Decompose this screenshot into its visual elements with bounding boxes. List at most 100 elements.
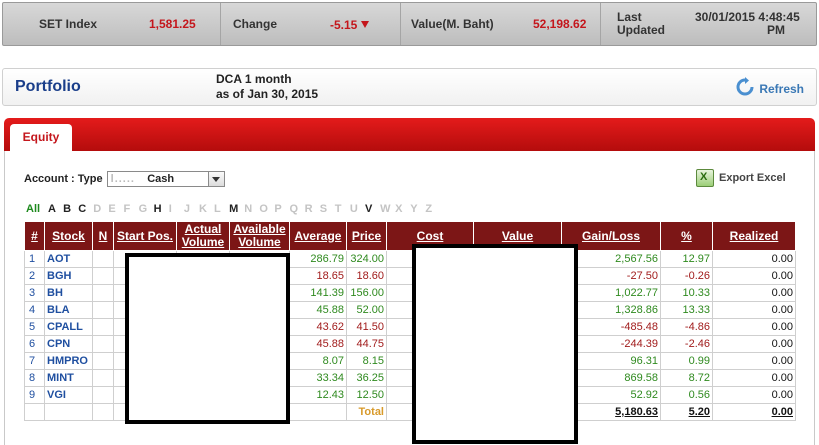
n-flag (92, 250, 114, 268)
total-realized: 0.00 (712, 403, 796, 421)
row-number: 5 (24, 318, 45, 336)
alpha-filter-q: Q (289, 203, 299, 215)
refresh-button[interactable]: Refresh (735, 77, 804, 100)
alpha-filter-y: Y (410, 203, 418, 215)
stock-symbol-link[interactable]: BLA (44, 301, 93, 319)
n-flag (92, 284, 114, 302)
alpha-filter-h[interactable]: H (154, 203, 169, 215)
portfolio-header: Portfolio DCA 1 month as of Jan 30, 2015… (2, 68, 817, 106)
realized: 0.00 (712, 318, 796, 336)
col-header-average[interactable]: Average (289, 221, 347, 251)
alpha-filter-w: W (380, 203, 391, 215)
actual-volume-line1: Actual (184, 222, 222, 236)
alpha-filter-p: P (274, 203, 282, 215)
total-empty-cell (289, 403, 347, 421)
average-price: 45.88 (289, 301, 347, 319)
gain-loss-percent: 0.56 (660, 386, 713, 404)
stock-symbol-link[interactable]: CPALL (44, 318, 93, 336)
alpha-filter-a[interactable]: A (48, 203, 63, 215)
alpha-filter-o: O (259, 203, 268, 215)
stock-symbol-link[interactable]: HMPRO (44, 352, 93, 370)
n-flag (92, 267, 114, 285)
change-value-wrap: -5.15 (330, 18, 370, 32)
account-type-label: Account : Type (24, 173, 103, 185)
set-index-label: SET Index (39, 17, 98, 31)
col-header-price[interactable]: Price (346, 221, 387, 251)
account-type-select[interactable]: l..... Cash (106, 171, 225, 187)
stock-symbol-link[interactable]: MINT (44, 369, 93, 387)
alpha-filter-t: T (334, 203, 342, 215)
alphabet-filter: All ABCDEFGHIJKLMNOPQRSTUVWXYZ (26, 203, 440, 215)
account-selected-value: l..... Cash (111, 173, 174, 185)
total-empty-cell (92, 403, 114, 421)
col-header-stock[interactable]: Stock (44, 221, 93, 251)
stock-symbol-link[interactable]: BGH (44, 267, 93, 285)
market-price: 44.75 (346, 335, 387, 353)
col-header-n[interactable]: N (92, 221, 114, 251)
total-empty-cell (24, 403, 45, 421)
alpha-filter-v[interactable]: V (365, 203, 380, 215)
row-number: 7 (24, 352, 45, 370)
market-price: 36.25 (346, 369, 387, 387)
export-excel-button[interactable]: Export Excel (696, 169, 786, 187)
realized: 0.00 (712, 369, 796, 387)
gain-loss-percent: 8.72 (660, 369, 713, 387)
gain-loss-percent: 10.33 (660, 284, 713, 302)
realized: 0.00 (712, 284, 796, 302)
market-price: 324.00 (346, 250, 387, 268)
trade-value-value: 52,198.62 (533, 17, 587, 31)
col-header-start-pos[interactable]: Start Pos. (113, 221, 177, 251)
alpha-filter-z: Z (425, 203, 433, 215)
available-volume-line1: Available (233, 222, 286, 236)
table-header-row: # Stock N Start Pos. Actual Volume Availa… (24, 221, 796, 251)
trade-value-cell: Value(M. Baht) 52,198.62 (401, 3, 601, 45)
alpha-filter-m[interactable]: M (229, 203, 244, 215)
redaction-box-volume (125, 253, 290, 424)
alpha-filter-all[interactable]: All (26, 203, 48, 215)
col-header-percent[interactable]: % (660, 221, 713, 251)
col-header-num[interactable]: # (24, 221, 45, 251)
gain-loss-percent: -0.26 (660, 267, 713, 285)
col-header-available-volume[interactable]: Available Volume (229, 221, 290, 251)
row-number: 1 (24, 250, 45, 268)
row-number: 8 (24, 369, 45, 387)
down-arrow-icon (361, 21, 370, 28)
market-price: 41.50 (346, 318, 387, 336)
col-header-realized[interactable]: Realized (712, 221, 796, 251)
alpha-filter-u: U (349, 203, 358, 215)
col-header-actual-volume[interactable]: Actual Volume (176, 221, 230, 251)
available-volume-line2: Volume (238, 235, 281, 249)
market-summary-bar: SET Index 1,581.25 Change -5.15 Value(M.… (2, 2, 817, 46)
stock-symbol-link[interactable]: VGI (44, 386, 93, 404)
n-flag (92, 335, 114, 353)
alpha-filter-j: J (183, 203, 190, 215)
chevron-down-icon[interactable] (207, 172, 224, 186)
set-index-cell: SET Index 1,581.25 (3, 3, 221, 45)
average-price: 141.39 (289, 284, 347, 302)
average-price: 12.43 (289, 386, 347, 404)
last-updated-label-2: Updated (617, 23, 665, 37)
realized: 0.00 (712, 352, 796, 370)
alpha-filter-b[interactable]: B (63, 203, 78, 215)
stock-symbol-link[interactable]: AOT (44, 250, 93, 268)
refresh-icon (735, 77, 755, 100)
account-selector-row: Account : Type l..... Cash (24, 171, 225, 187)
n-flag (92, 386, 114, 404)
change-cell: Change -5.15 (221, 3, 401, 45)
gain-loss-percent: 0.99 (660, 352, 713, 370)
market-price: 18.60 (346, 267, 387, 285)
account-type-value: Cash (147, 173, 175, 185)
average-price: 8.07 (289, 352, 347, 370)
change-value: -5.15 (330, 18, 358, 32)
tab-equity[interactable]: Equity (10, 124, 72, 151)
realized: 0.00 (712, 301, 796, 319)
alpha-filter-d: D (93, 203, 102, 215)
gain-loss-percent: -2.46 (660, 335, 713, 353)
last-updated-label-1: Last (617, 10, 642, 24)
average-price: 18.65 (289, 267, 347, 285)
n-flag (92, 318, 114, 336)
row-number: 4 (24, 301, 45, 319)
alpha-filter-c[interactable]: C (78, 203, 93, 215)
stock-symbol-link[interactable]: BH (44, 284, 93, 302)
stock-symbol-link[interactable]: CPN (44, 335, 93, 353)
